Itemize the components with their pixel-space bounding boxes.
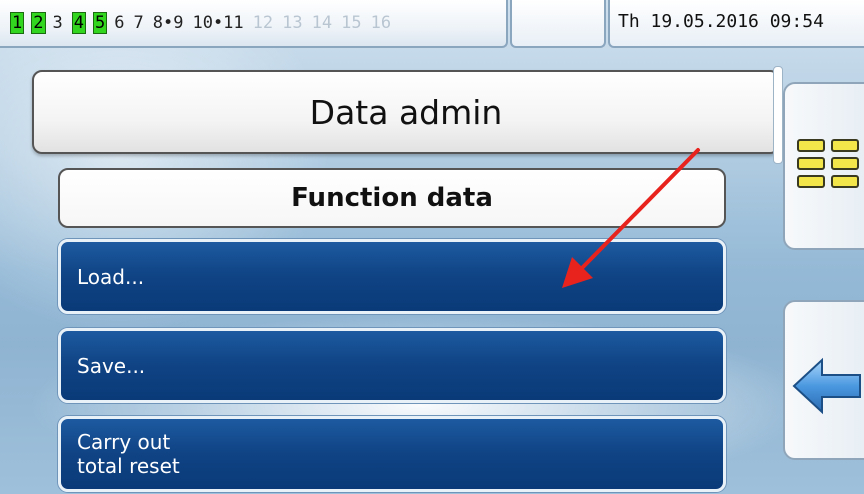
- output-indicator-6: 6: [114, 13, 125, 33]
- total-reset-label-line2: total reset: [77, 454, 180, 478]
- output-indicator-13: 15: [341, 13, 362, 33]
- section-title: Function data: [58, 168, 726, 228]
- output-status-panel[interactable]: 1 2 3 4 5 6 7 8•9 10•11 12 13 14 15 16: [0, 0, 508, 48]
- output-indicator-2: 2: [31, 12, 46, 34]
- output-indicator-3: 3: [52, 13, 63, 33]
- output-indicator-4: 4: [71, 12, 86, 34]
- load-button[interactable]: Load...: [58, 239, 726, 314]
- output-indicator-5: 5: [93, 12, 108, 34]
- date-time-display[interactable]: Th 19.05.2016 09:54: [608, 0, 864, 48]
- back-arrow-icon: [792, 357, 861, 415]
- status-separator-panel: [510, 0, 606, 48]
- page-title: Data admin: [32, 70, 780, 154]
- output-indicator-7: 7: [133, 13, 144, 33]
- output-indicator-8: 8•9: [152, 13, 184, 33]
- load-button-label: Load...: [77, 264, 145, 289]
- status-bar: 1 2 3 4 5 6 7 8•9 10•11 12 13 14 15 16 Th 19.05.2016 …: [0, 0, 864, 50]
- scrollbar[interactable]: [773, 66, 783, 164]
- output-indicator-14: 16: [370, 13, 392, 33]
- total-reset-button[interactable]: Carry out total reset: [58, 416, 726, 492]
- output-indicator-1: 1: [10, 12, 25, 34]
- total-reset-label-line1: Carry out: [77, 430, 171, 454]
- menu-grid-icon: [797, 139, 859, 188]
- output-indicator-10: 12: [252, 13, 274, 33]
- save-button[interactable]: Save...: [58, 328, 726, 403]
- save-button-label: Save...: [77, 353, 146, 378]
- output-indicator-9: 10•11: [192, 13, 244, 33]
- output-indicator-11: 13: [282, 13, 303, 33]
- output-indicator-12: 14: [311, 13, 333, 33]
